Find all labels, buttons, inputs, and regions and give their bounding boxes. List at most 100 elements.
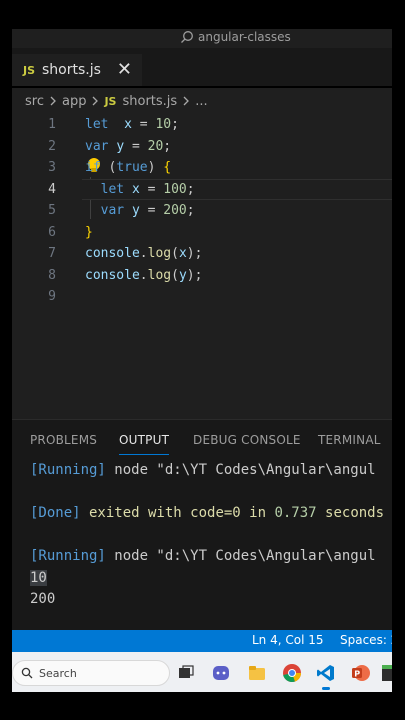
line-number: 6 bbox=[48, 224, 56, 240]
code-token: var bbox=[100, 203, 125, 218]
line-number: 8 bbox=[48, 267, 56, 283]
chrome-icon[interactable] bbox=[282, 663, 302, 683]
code-token: = bbox=[139, 203, 164, 218]
result-value: 200 bbox=[30, 591, 56, 607]
output-log[interactable]: [Running] node "d:\YT Codes\Angular\angu… bbox=[12, 460, 392, 630]
taskbar-search[interactable]: Search bbox=[12, 660, 170, 686]
status-bar: Ln 4, Col 15 Spaces: 2 bbox=[12, 630, 392, 652]
output-line-running-2: [Running] node "d:\YT Codes\Angular\angu… bbox=[30, 546, 376, 566]
code-token: ) bbox=[147, 160, 164, 175]
code-token: 200 bbox=[163, 203, 187, 218]
code-token: log bbox=[147, 267, 172, 283]
chevron-right-icon bbox=[183, 96, 190, 106]
running-tag: [Running] bbox=[30, 462, 106, 478]
code-token: console bbox=[85, 246, 140, 261]
code-token: . bbox=[139, 246, 148, 261]
code-editor[interactable]: 1 let x = 10; 2 var y = 20; 3 if (true) {4 le… bbox=[12, 114, 392, 419]
line-number: 5 bbox=[48, 203, 56, 218]
running-command: node "d:\YT Codes\Angular\angul bbox=[105, 462, 376, 478]
teams-icon[interactable] bbox=[211, 663, 231, 683]
code-token: ; bbox=[163, 138, 172, 154]
breadcrumb-src[interactable]: src bbox=[25, 94, 44, 109]
code-token: let bbox=[85, 117, 109, 132]
done-text: exited with bbox=[80, 505, 191, 521]
tab-problems[interactable]: PROBLEMS bbox=[30, 433, 97, 447]
code-line[interactable]: 6} bbox=[12, 222, 392, 243]
panel-tabs: PROBLEMS OUTPUT DEBUG CONSOLE TERMINAL bbox=[12, 420, 392, 460]
code-token: 100 bbox=[163, 181, 187, 197]
code-line[interactable]: 4 let x = 100; bbox=[12, 178, 392, 200]
code-token: y bbox=[178, 267, 187, 283]
code-token: = bbox=[139, 181, 164, 197]
output-line-result-2: 200 bbox=[30, 589, 55, 609]
vscode-icon[interactable] bbox=[316, 663, 336, 690]
search-icon bbox=[181, 31, 193, 43]
code-token: x bbox=[131, 181, 140, 197]
elapsed-time: 0.737 bbox=[274, 505, 317, 521]
tab-label: shorts.js bbox=[42, 62, 101, 78]
code-line[interactable]: 1 let x = 10; bbox=[12, 114, 392, 135]
chevron-right-icon bbox=[93, 96, 99, 106]
done-text-seconds: seconds bbox=[316, 505, 385, 521]
running-tag: [Running] bbox=[30, 548, 106, 564]
windows-search-icon bbox=[21, 667, 33, 679]
breadcrumb: src app JS shorts.js ... bbox=[12, 88, 392, 114]
line-number: 1 bbox=[48, 117, 56, 132]
breadcrumb-more[interactable]: ... bbox=[195, 94, 207, 109]
code-line[interactable]: 8 console.log(y); bbox=[12, 265, 392, 286]
breadcrumb-app[interactable]: app bbox=[62, 94, 86, 109]
javascript-file-icon: JS bbox=[104, 94, 117, 108]
command-center[interactable]: angular-classes bbox=[180, 30, 291, 44]
output-line-running-1: [Running] node "d:\YT Codes\Angular\angu… bbox=[30, 460, 376, 480]
tab-shorts-js[interactable]: JS shorts.js ✕ bbox=[12, 54, 142, 86]
code-line[interactable]: 3 if (true) { bbox=[12, 157, 392, 178]
line-number: 7 bbox=[48, 246, 56, 261]
output-line-result-1: 10 bbox=[30, 568, 47, 588]
tab-output[interactable]: OUTPUT bbox=[119, 433, 170, 455]
indentation-status[interactable]: Spaces: 2 bbox=[340, 633, 392, 647]
code-token: ( bbox=[171, 246, 179, 261]
output-panel: PROBLEMS OUTPUT DEBUG CONSOLE TERMINAL [… bbox=[12, 419, 392, 631]
cursor-position[interactable]: Ln 4, Col 15 bbox=[252, 633, 324, 647]
code-token: ( bbox=[171, 267, 179, 283]
command-center-text: angular-classes bbox=[198, 30, 291, 44]
taskbar-search-placeholder: Search bbox=[39, 666, 77, 680]
code-line[interactable]: 5 var y = 200; bbox=[12, 200, 392, 221]
code-text: var y = 20; bbox=[85, 136, 171, 157]
breadcrumb-file[interactable]: shorts.js bbox=[122, 94, 177, 109]
code-line[interactable]: 7 console.log(x); bbox=[12, 243, 392, 264]
tab-terminal[interactable]: TERMINAL bbox=[318, 433, 381, 447]
code-line[interactable]: 2 var y = 20; bbox=[12, 136, 392, 157]
title-bar: angular-classes bbox=[12, 29, 392, 48]
code-token: ); bbox=[186, 246, 203, 261]
file-explorer-icon[interactable] bbox=[247, 663, 267, 683]
done-text-in: in bbox=[240, 505, 275, 521]
code-token: . bbox=[139, 267, 148, 283]
code-token: console bbox=[85, 267, 140, 283]
result-value: 10 bbox=[30, 570, 47, 586]
javascript-file-icon: JS bbox=[23, 63, 36, 77]
task-view-icon[interactable] bbox=[176, 663, 196, 683]
code-token: } bbox=[85, 224, 93, 240]
terminal-app-icon[interactable] bbox=[382, 663, 392, 683]
code-token: log bbox=[147, 246, 172, 261]
code-token: y bbox=[116, 138, 125, 154]
code-line[interactable]: 9 bbox=[12, 286, 392, 307]
powerpoint-icon[interactable]: P bbox=[351, 663, 371, 683]
code-token: y bbox=[131, 203, 140, 218]
code-token: ; bbox=[171, 117, 179, 132]
code-token: true bbox=[116, 160, 148, 175]
code-token: x bbox=[124, 117, 132, 132]
code-token: = bbox=[131, 117, 156, 132]
code-token: { bbox=[163, 160, 172, 175]
code-token: 20 bbox=[147, 138, 164, 154]
tab-debug-console[interactable]: DEBUG CONSOLE bbox=[193, 433, 301, 447]
close-icon[interactable]: ✕ bbox=[117, 61, 132, 79]
code-token: let bbox=[100, 181, 125, 197]
app-window: angular-classes JS shorts.js ✕ src app J… bbox=[12, 0, 392, 720]
line-number: 4 bbox=[48, 181, 56, 197]
